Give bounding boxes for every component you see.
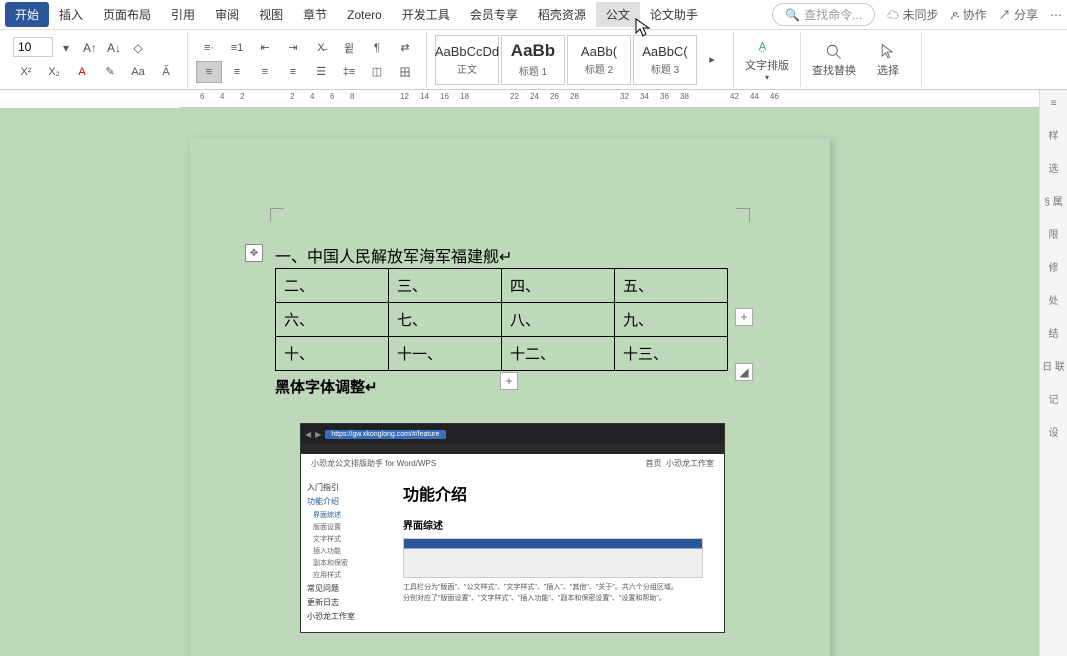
align-left-icon[interactable]: ≡ bbox=[196, 61, 222, 83]
decrease-indent-icon[interactable]: ⇤ bbox=[252, 37, 278, 59]
style-normal[interactable]: AaBbCcDd正文 bbox=[435, 35, 499, 85]
number-list-icon[interactable]: ≡1 bbox=[224, 37, 250, 59]
svg-text:A̤: A̤ bbox=[759, 40, 767, 53]
tab-thesis[interactable]: 论文助手 bbox=[640, 2, 708, 27]
page[interactable]: ✥ 一、中国人民解放军海军福建舰↵ 二、三、四、五、 六、七、八、九、 十、十一… bbox=[190, 138, 830, 656]
line-spacing-icon[interactable]: ‡≡ bbox=[336, 61, 362, 83]
command-search[interactable]: 🔍查找命令... bbox=[772, 3, 875, 26]
tab-dev[interactable]: 开发工具 bbox=[392, 2, 460, 27]
tab-layout[interactable]: 页面布局 bbox=[93, 2, 161, 27]
grow-font-icon[interactable]: A↑ bbox=[79, 37, 101, 59]
distribute-icon[interactable]: ☰ bbox=[308, 61, 334, 83]
dropdown-icon[interactable]: ▾ bbox=[55, 37, 77, 59]
sync-status[interactable]: ☁ 未同步 bbox=[887, 6, 938, 23]
side-tab[interactable]: 记 bbox=[1049, 391, 1059, 406]
tab-gongwen[interactable]: 公文 bbox=[596, 2, 640, 27]
nav-back-icon: ◀ bbox=[305, 430, 311, 439]
side-tab[interactable]: 样 bbox=[1049, 127, 1059, 142]
align-center-icon[interactable]: ≡ bbox=[224, 61, 250, 83]
clear-format-icon[interactable]: ◇ bbox=[127, 37, 149, 59]
tab-icon[interactable]: ⇄ bbox=[392, 37, 418, 59]
url-bar: https://gw.xkonglong.com/#/feature bbox=[325, 430, 445, 439]
side-tab[interactable]: 处 bbox=[1049, 292, 1059, 307]
site-brand: 小恐龙公文排版助手 for Word/WPS bbox=[311, 458, 436, 469]
crop-mark bbox=[736, 208, 750, 222]
tab-zotero[interactable]: Zotero bbox=[337, 4, 392, 26]
nav-fwd-icon: ▶ bbox=[315, 430, 321, 439]
content-table[interactable]: 二、三、四、五、 六、七、八、九、 十、十一、十二、十三、 bbox=[275, 268, 728, 371]
tab-chapter[interactable]: 章节 bbox=[293, 2, 337, 27]
bookmark-bar bbox=[301, 444, 724, 454]
tab-reference[interactable]: 引用 bbox=[161, 2, 205, 27]
search-icon: 🔍 bbox=[785, 8, 800, 22]
side-tab[interactable]: § 属 bbox=[1044, 193, 1062, 208]
tab-daoke[interactable]: 稻壳资源 bbox=[528, 2, 596, 27]
resize-handle[interactable]: ◢ bbox=[735, 363, 753, 381]
table-row: 二、三、四、五、 bbox=[276, 269, 728, 303]
tab-start[interactable]: 开始 bbox=[5, 2, 49, 27]
justify-icon[interactable]: ≡ bbox=[280, 61, 306, 83]
horizontal-ruler[interactable]: 642 2468 12141618 22242628 32343638 4244… bbox=[180, 90, 1067, 108]
side-tab[interactable]: 设 bbox=[1049, 424, 1059, 439]
side-tab[interactable]: 日 联 bbox=[1042, 358, 1065, 373]
side-tab[interactable]: 选 bbox=[1049, 160, 1059, 175]
collaborate-button[interactable]: ዶ 协作 bbox=[951, 6, 987, 23]
style-heading3[interactable]: AaBbC(标题 3 bbox=[633, 35, 697, 85]
bullet-list-icon[interactable]: ≡· bbox=[196, 37, 222, 59]
embed-sidenav: 入门指引 功能介绍 界面综述 版面设置 文字样式 插入功能 副本和保密 应用样式… bbox=[301, 473, 391, 653]
table-row: 六、七、八、九、 bbox=[276, 303, 728, 337]
side-tab[interactable]: 修 bbox=[1049, 259, 1059, 274]
tab-member[interactable]: 会员专享 bbox=[460, 2, 528, 27]
browser-chrome: ◀ ▶ https://gw.xkonglong.com/#/feature bbox=[301, 424, 724, 444]
text-layout-button[interactable]: A̤文字排版▾ bbox=[742, 37, 792, 82]
table-row: 十、十一、十二、十三、 bbox=[276, 337, 728, 371]
select-button[interactable]: 选择 bbox=[863, 42, 913, 78]
tab-view[interactable]: 视图 bbox=[249, 2, 293, 27]
phonetic-icon[interactable]: A̋ bbox=[153, 61, 179, 83]
ribbon: ▾A↑A↓◇ X²X₂A✎AaA̋ ≡·≡1⇤⇥X̶윝¶⇄ ≡≡≡≡☰‡≡◫田 … bbox=[0, 30, 1067, 90]
document-canvas: ✥ 一、中国人民解放军海军福建舰↵ 二、三、四、五、 六、七、八、九、 十、十一… bbox=[0, 108, 1039, 656]
embedded-screenshot: ◀ ▶ https://gw.xkonglong.com/#/feature 小… bbox=[300, 423, 725, 633]
side-tab[interactable]: 结 bbox=[1049, 325, 1059, 340]
subscript-icon[interactable]: X₂ bbox=[41, 61, 67, 83]
menu-bar: 开始 插入 页面布局 引用 审阅 视图 章节 Zotero 开发工具 会员专享 … bbox=[0, 0, 1067, 30]
crop-mark bbox=[270, 208, 284, 222]
font-color-icon[interactable]: A bbox=[69, 61, 95, 83]
ribbon-preview-image bbox=[403, 538, 703, 578]
add-column-button[interactable]: + bbox=[735, 308, 753, 326]
side-tab[interactable]: ≡ bbox=[1051, 98, 1057, 109]
tab-insert[interactable]: 插入 bbox=[49, 2, 93, 27]
embed-content: 功能介绍 界面综述 工具栏分为"版面"、"公文样式"、"文字样式"、"插入"、"… bbox=[391, 473, 724, 653]
change-case-icon[interactable]: Aa bbox=[125, 61, 151, 83]
share-button[interactable]: ↗ 分享 bbox=[999, 6, 1038, 23]
increase-indent-icon[interactable]: ⇥ bbox=[280, 37, 306, 59]
menu-more-icon[interactable]: ⋯ bbox=[1050, 8, 1062, 22]
para-marks-icon[interactable]: ¶ bbox=[364, 37, 390, 59]
side-panel: ≡ 样 选 § 属 限 修 处 结 日 联 记 设 bbox=[1039, 90, 1067, 656]
doc-heading[interactable]: 一、中国人民解放军海军福建舰↵ bbox=[275, 243, 512, 267]
highlight-icon[interactable]: ✎ bbox=[97, 61, 123, 83]
style-heading1[interactable]: AaBb标题 1 bbox=[501, 35, 565, 85]
shading-icon[interactable]: ◫ bbox=[364, 61, 390, 83]
tab-review[interactable]: 审阅 bbox=[205, 2, 249, 27]
asian-layout-icon[interactable]: 윝 bbox=[336, 37, 362, 59]
style-heading2[interactable]: AaBb(标题 2 bbox=[567, 35, 631, 85]
find-replace-button[interactable]: 查找替换 bbox=[809, 42, 859, 78]
superscript-icon[interactable]: X² bbox=[13, 61, 39, 83]
add-row-button[interactable]: + bbox=[500, 372, 518, 390]
styles-more-icon[interactable]: ▸ bbox=[699, 49, 725, 71]
table-move-handle[interactable]: ✥ bbox=[245, 244, 263, 262]
sort-icon[interactable]: X̶ bbox=[308, 37, 334, 59]
doc-subtitle[interactable]: 黑体字体调整↵ bbox=[275, 376, 378, 397]
align-right-icon[interactable]: ≡ bbox=[252, 61, 278, 83]
side-tab[interactable]: 限 bbox=[1049, 226, 1059, 241]
font-size-input[interactable] bbox=[13, 37, 53, 57]
shrink-font-icon[interactable]: A↓ bbox=[103, 37, 125, 59]
styles-gallery: AaBbCcDd正文 AaBb标题 1 AaBb(标题 2 AaBbC(标题 3… bbox=[427, 32, 734, 87]
border-icon[interactable]: 田 bbox=[392, 61, 418, 83]
